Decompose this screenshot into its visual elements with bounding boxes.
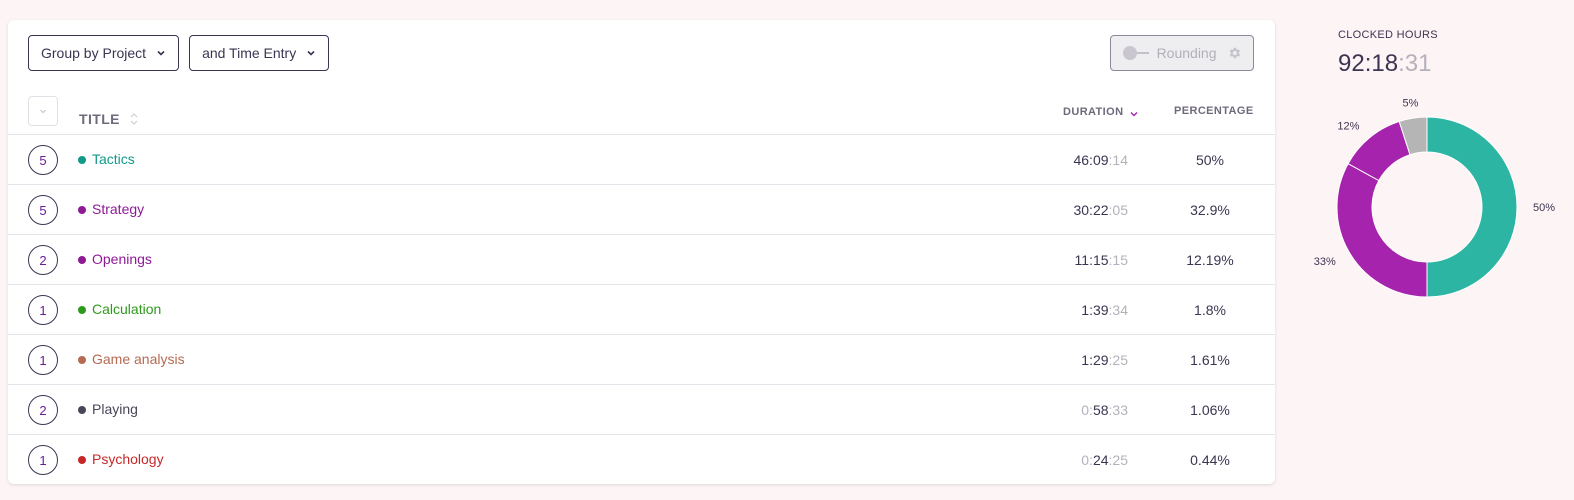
project-share-donut-chart: 50% 33% 12% 5% (1314, 97, 1555, 298)
chevron-down-icon (157, 50, 165, 56)
slice-label: 12% (1337, 120, 1359, 132)
table-row: 2 Openings 11:15:15 12.19% (8, 235, 1275, 285)
slice-label: 50% (1533, 202, 1555, 214)
percentage-value: 1.8% (1194, 302, 1226, 318)
table-row: 1 Psychology 0:24:25 0.44% (8, 435, 1275, 484)
then-by-label: and Time Entry (202, 45, 297, 61)
project-title[interactable]: Playing (92, 401, 138, 417)
slice-label: 33% (1314, 256, 1336, 268)
chevron-down-icon (40, 109, 46, 114)
percentage-header-label: PERCENTAGE (1174, 105, 1254, 117)
project-title[interactable]: Strategy (92, 201, 144, 217)
project-color-dot (78, 306, 86, 314)
sort-icon (130, 113, 138, 125)
entry-count-badge[interactable]: 1 (28, 295, 58, 325)
duration-header-label: DURATION (1063, 106, 1124, 118)
entry-count-badge[interactable]: 5 (28, 145, 58, 175)
project-color-dot (78, 456, 86, 464)
entry-count-badge[interactable]: 5 (28, 195, 58, 225)
project-title[interactable]: Calculation (92, 301, 161, 317)
report-card: Group by Project and Time Entry Rounding… (8, 20, 1275, 484)
table-row: 5 Tactics 46:09:14 50% (8, 135, 1275, 185)
percentage-value: 1.61% (1190, 352, 1230, 368)
table-row: 2 Playing 0:58:33 1.06% (8, 385, 1275, 435)
duration-value: 1:39:34 (1081, 302, 1128, 318)
pie-slice[interactable] (1426, 116, 1518, 298)
project-color-dot (78, 256, 86, 264)
rounding-button[interactable]: Rounding (1110, 35, 1254, 71)
duration-value: 0:58:33 (1081, 402, 1128, 418)
table-row: 5 Strategy 30:22:05 32.9% (8, 185, 1275, 235)
project-title[interactable]: Openings (92, 251, 152, 267)
table-header: TITLE DURATION PERCENTAGE (8, 95, 1275, 135)
project-color-dot (78, 156, 86, 164)
project-color-dot (78, 356, 86, 364)
entry-count-badge[interactable]: 2 (28, 245, 58, 275)
percentage-value: 50% (1195, 152, 1225, 168)
group-by-label: Group by Project (41, 45, 147, 61)
expand-all-button[interactable] (28, 96, 58, 126)
sort-desc-icon (1130, 112, 1138, 117)
then-by-select[interactable]: and Time Entry (189, 35, 330, 71)
gear-icon[interactable] (1227, 45, 1242, 61)
entry-count-badge[interactable]: 2 (28, 395, 58, 425)
percentage-value: 1.06% (1190, 402, 1230, 418)
duration-value: 46:09:14 (1073, 152, 1128, 168)
title-column-header[interactable]: TITLE (79, 111, 138, 127)
chevron-down-icon (307, 50, 315, 56)
title-header-label: TITLE (79, 111, 120, 127)
table-row: 1 Game analysis 1:29:25 1.61% (8, 335, 1275, 385)
duration-value: 1:29:25 (1081, 352, 1128, 368)
clocked-hours-label: CLOCKED HOURS (1338, 29, 1438, 41)
project-rows: 5 Tactics 46:09:14 50% 5 Strategy 30:22:… (8, 135, 1275, 484)
slice-label: 5% (1402, 97, 1418, 109)
rounding-label: Rounding (1156, 45, 1217, 61)
project-title[interactable]: Tactics (92, 151, 135, 167)
percentage-value: 0.44% (1190, 452, 1230, 468)
percentage-value: 32.9% (1190, 202, 1230, 218)
table-row: 1 Calculation 1:39:34 1.8% (8, 285, 1275, 335)
entry-count-badge[interactable]: 1 (28, 445, 58, 475)
duration-value: 30:22:05 (1073, 202, 1128, 218)
rounding-toggle[interactable] (1123, 46, 1149, 60)
project-title[interactable]: Game analysis (92, 351, 185, 367)
percentage-column-header: PERCENTAGE (1174, 105, 1254, 117)
project-color-dot (78, 206, 86, 214)
group-by-select[interactable]: Group by Project (28, 35, 180, 71)
duration-value: 11:15:15 (1074, 252, 1128, 268)
pie-slice[interactable] (1336, 162, 1428, 298)
grouping-toolbar: Group by Project and Time Entry (28, 35, 330, 71)
clocked-hours-value: 92:18:31 (1338, 50, 1432, 77)
duration-column-header[interactable]: DURATION (1063, 105, 1139, 119)
entry-count-badge[interactable]: 1 (28, 345, 58, 375)
project-color-dot (78, 406, 86, 414)
project-title[interactable]: Psychology (92, 451, 164, 467)
duration-value: 0:24:25 (1081, 452, 1128, 468)
percentage-value: 12.19% (1186, 252, 1234, 268)
